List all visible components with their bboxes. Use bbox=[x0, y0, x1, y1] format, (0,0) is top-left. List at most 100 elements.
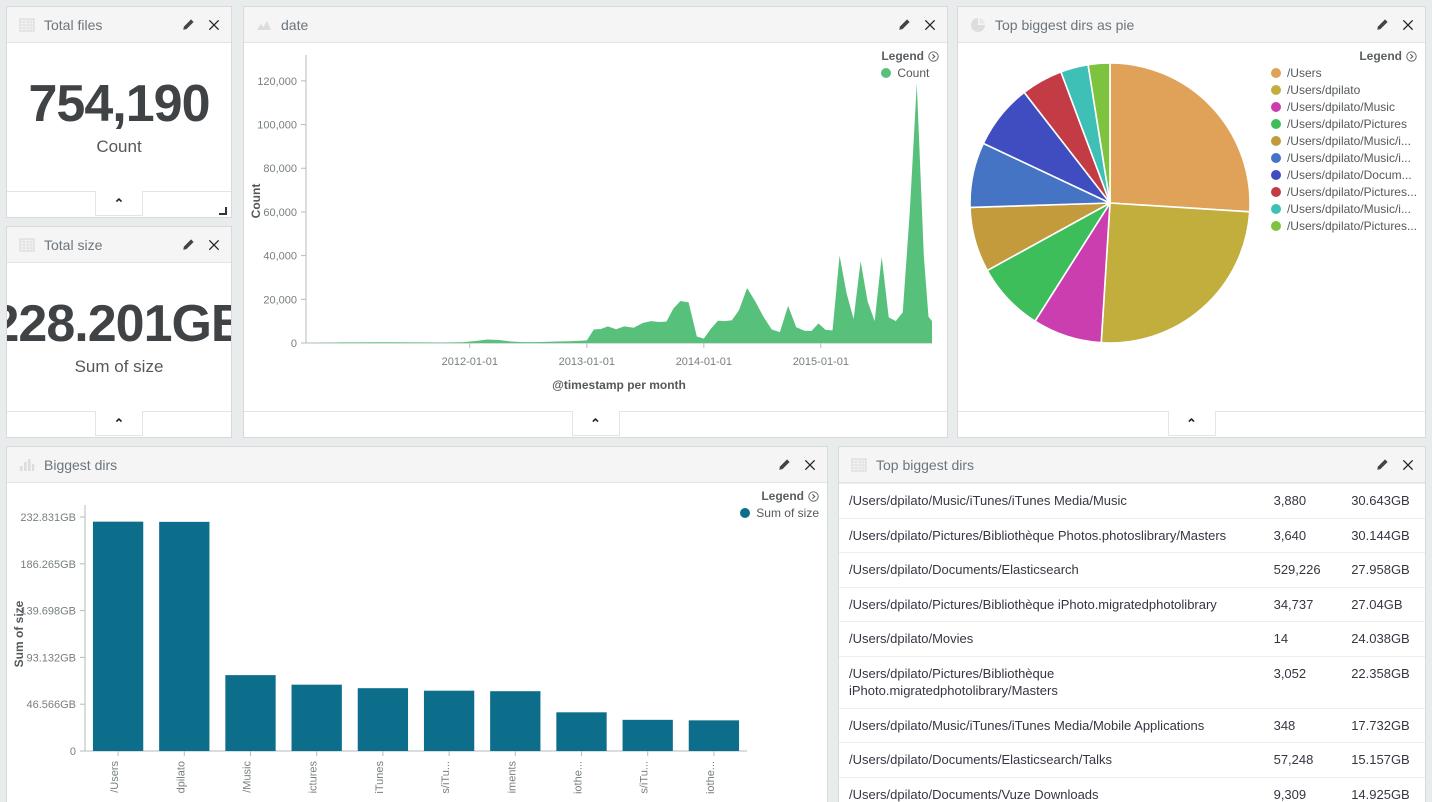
bar[interactable] bbox=[689, 720, 739, 751]
bar[interactable] bbox=[93, 522, 143, 751]
table-row[interactable]: /Users/dpilato/Music/iTunes/iTunes Media… bbox=[839, 708, 1425, 743]
table-row[interactable]: /Users/dpilato/Movies1424.038GB bbox=[839, 622, 1425, 657]
table-cell-size: 17.732GB bbox=[1341, 708, 1425, 743]
close-icon[interactable] bbox=[1400, 17, 1415, 32]
chevron-right-circle-icon bbox=[928, 51, 939, 62]
edit-icon[interactable] bbox=[776, 457, 791, 472]
panel-body: 754,190 Count bbox=[7, 43, 231, 191]
close-icon[interactable] bbox=[206, 17, 221, 32]
legend-item[interactable]: /Users/dpilato/Pictures... bbox=[1271, 219, 1417, 233]
legend-item[interactable]: /Users bbox=[1271, 66, 1417, 80]
legend-item-label: /Users/dpilato/Docum... bbox=[1287, 168, 1412, 182]
legend-toggle[interactable]: Legend bbox=[740, 489, 819, 503]
table-cell-size: 14.925GB bbox=[1341, 777, 1425, 802]
y-axis-tick: 232.831GB bbox=[20, 512, 76, 524]
bar[interactable] bbox=[424, 691, 474, 751]
close-icon[interactable] bbox=[802, 457, 817, 472]
legend-item[interactable]: /Users/dpilato/Music/i... bbox=[1271, 202, 1417, 216]
table-cell-dir: /Users/dpilato/Documents/Elasticsearch bbox=[839, 553, 1264, 588]
panel-title: date bbox=[281, 17, 887, 33]
legend-item[interactable]: /Users/dpilato bbox=[1271, 83, 1417, 97]
edit-icon[interactable] bbox=[180, 17, 195, 32]
bar[interactable] bbox=[225, 675, 275, 751]
table-cell-size: 27.958GB bbox=[1341, 553, 1425, 588]
legend-item[interactable]: /Users/dpilato/Pictures... bbox=[1271, 185, 1417, 199]
panel-body: 020,00040,00060,00080,000100,000120,0002… bbox=[244, 43, 947, 411]
panel-title: Total files bbox=[44, 17, 171, 33]
legend-item[interactable]: /Users/dpilato/Music bbox=[1271, 100, 1417, 114]
metric-value: 228.201GB bbox=[7, 297, 231, 352]
x-axis-tick: dpilato bbox=[175, 761, 187, 793]
panel-header-actions bbox=[180, 17, 221, 32]
bar-chart[interactable]: 046.566GB93.132GB139.698GB186.265GB232.8… bbox=[7, 483, 827, 802]
bar[interactable] bbox=[159, 522, 209, 751]
legend-item[interactable]: /Users/dpilato/Docum... bbox=[1271, 168, 1417, 182]
table-cell-count: 57,248 bbox=[1264, 743, 1342, 778]
table-cell-dir: /Users/dpilato/Pictures/Bibliothèque Pho… bbox=[839, 518, 1264, 553]
legend-item[interactable]: Sum of size bbox=[740, 506, 819, 520]
bar[interactable] bbox=[490, 691, 540, 751]
panel-header: Top biggest dirs bbox=[839, 447, 1425, 483]
legend-item-label: /Users/dpilato/Pictures... bbox=[1287, 185, 1417, 199]
edit-icon[interactable] bbox=[180, 237, 195, 252]
panel-body[interactable]: /Users/dpilato/Music/iTunes/iTunes Media… bbox=[839, 483, 1425, 802]
close-icon[interactable] bbox=[922, 17, 937, 32]
bar[interactable] bbox=[623, 720, 673, 751]
panel-footer: ⌃ bbox=[7, 411, 231, 437]
panel-header-actions bbox=[776, 457, 817, 472]
resize-handle[interactable] bbox=[216, 203, 228, 215]
y-axis-tick: 20,000 bbox=[263, 294, 297, 306]
panel-date: date 020,00040,00060,00080,000100,000120… bbox=[243, 6, 948, 438]
table-row[interactable]: /Users/dpilato/Documents/Elasticsearch/T… bbox=[839, 743, 1425, 778]
y-axis-title: Sum of size bbox=[12, 600, 26, 667]
close-icon[interactable] bbox=[206, 237, 221, 252]
legend-toggle[interactable]: Legend bbox=[881, 49, 939, 63]
bar[interactable] bbox=[358, 688, 408, 751]
pie-chart[interactable] bbox=[958, 43, 1258, 411]
panel-header: date bbox=[244, 7, 947, 43]
legend-color-swatch bbox=[1271, 170, 1281, 180]
legend-item[interactable]: /Users/dpilato/Music/i... bbox=[1271, 151, 1417, 165]
edit-icon[interactable] bbox=[1374, 457, 1389, 472]
metric: 754,190 Count bbox=[7, 43, 231, 191]
chart-legend: Legend /Users/Users/dpilato/Users/dpilat… bbox=[1271, 49, 1417, 236]
table-row[interactable]: /Users/dpilato/Documents/Elasticsearch52… bbox=[839, 553, 1425, 588]
y-axis-tick: 40,000 bbox=[263, 251, 297, 263]
table-row[interactable]: /Users/dpilato/Music/iTunes/iTunes Media… bbox=[839, 484, 1425, 519]
collapse-toggle[interactable]: ⌃ bbox=[95, 191, 143, 216]
pie-slice[interactable] bbox=[1110, 63, 1250, 212]
legend-item[interactable]: Count bbox=[881, 66, 939, 80]
legend-item[interactable]: /Users/dpilato/Pictures bbox=[1271, 117, 1417, 131]
table-row[interactable]: /Users/dpilato/Pictures/Bibliothèque iPh… bbox=[839, 587, 1425, 622]
area-chart[interactable]: 020,00040,00060,00080,000100,000120,0002… bbox=[244, 43, 947, 411]
table-cell-count: 3,052 bbox=[1264, 656, 1342, 708]
bar[interactable] bbox=[292, 685, 342, 751]
pie-slice[interactable] bbox=[1101, 203, 1250, 343]
table-cell-count: 14 bbox=[1264, 622, 1342, 657]
panel-biggest-dirs: Biggest dirs 046.566GB93.132GB139.698GB1… bbox=[6, 446, 828, 802]
table-cell-dir: /Users/dpilato/Documents/Vuze Downloads bbox=[839, 777, 1264, 802]
edit-icon[interactable] bbox=[896, 17, 911, 32]
collapse-toggle[interactable]: ⌃ bbox=[572, 411, 620, 436]
legend-item[interactable]: /Users/dpilato/Music/i... bbox=[1271, 134, 1417, 148]
legend-label: Legend bbox=[761, 489, 804, 503]
panel-body: 228.201GB Sum of size bbox=[7, 263, 231, 411]
collapse-toggle[interactable]: ⌃ bbox=[1168, 411, 1216, 436]
panel-top-biggest-dirs-table: Top biggest dirs /Users/dpilato/Music/iT… bbox=[838, 446, 1426, 802]
table-row[interactable]: /Users/dpilato/Pictures/Bibliothèque iPh… bbox=[839, 656, 1425, 708]
y-axis-tick: 0 bbox=[70, 746, 76, 758]
close-icon[interactable] bbox=[1400, 457, 1415, 472]
table-row[interactable]: /Users/dpilato/Documents/Vuze Downloads9… bbox=[839, 777, 1425, 802]
bar[interactable] bbox=[556, 712, 606, 751]
panel-header-actions bbox=[896, 17, 937, 32]
legend-color-swatch bbox=[881, 68, 891, 78]
table-cell-size: 27.04GB bbox=[1341, 587, 1425, 622]
panel-footer: ⌃ bbox=[958, 411, 1425, 437]
legend-color-swatch bbox=[1271, 85, 1281, 95]
y-axis-tick: 80,000 bbox=[263, 163, 297, 175]
legend-toggle[interactable]: Legend bbox=[1271, 49, 1417, 63]
edit-icon[interactable] bbox=[1374, 17, 1389, 32]
collapse-toggle[interactable]: ⌃ bbox=[95, 411, 143, 436]
table-row[interactable]: /Users/dpilato/Pictures/Bibliothèque Pho… bbox=[839, 518, 1425, 553]
panel-body: Legend /Users/Users/dpilato/Users/dpilat… bbox=[958, 43, 1425, 411]
